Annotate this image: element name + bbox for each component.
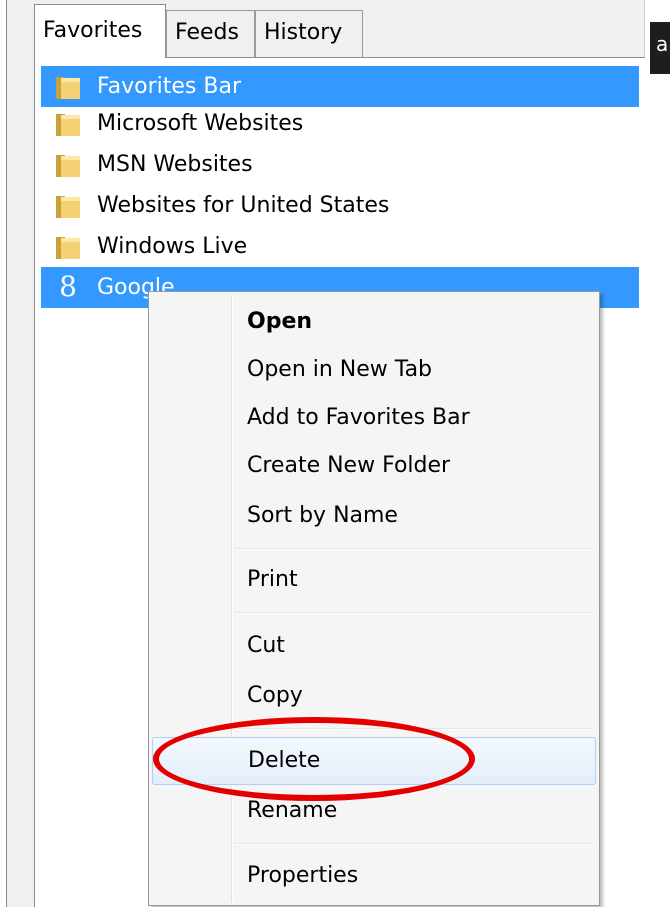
tab-feeds-label: Feeds (175, 20, 239, 45)
folder-icon (56, 196, 80, 218)
menu-item-label: Add to Favorites Bar (247, 405, 470, 430)
tree-item-msn-websites[interactable]: MSN Websites (41, 144, 639, 185)
menu-item-label: Open in New Tab (247, 357, 433, 382)
menu-separator (235, 728, 593, 730)
folder-icon (56, 155, 80, 177)
menu-item-create-new-folder[interactable]: Create New Folder (152, 442, 596, 490)
tab-favorites-label: Favorites (43, 18, 143, 43)
menu-item-label: Copy (247, 683, 303, 708)
menu-separator (235, 548, 593, 550)
menu-item-rename[interactable]: Rename (152, 787, 596, 835)
menu-item-label: Sort by Name (247, 503, 398, 528)
menu-item-properties[interactable]: Properties (152, 852, 596, 900)
folder-icon (56, 114, 80, 136)
menu-separator (235, 843, 593, 845)
tab-feeds[interactable]: Feeds (166, 10, 255, 57)
tree-item-label: Favorites Bar (97, 74, 241, 99)
tab-history-label: History (264, 20, 343, 45)
window-left-border (0, 0, 7, 907)
menu-item-label: Delete (248, 748, 321, 773)
menu-item-open[interactable]: Open (152, 298, 596, 346)
tree-item-label: MSN Websites (97, 152, 253, 177)
tree-item-microsoft-websites[interactable]: Microsoft Websites (41, 103, 639, 144)
menu-item-label: Properties (247, 863, 359, 888)
menu-item-open-in-new-tab[interactable]: Open in New Tab (152, 346, 596, 394)
tree-item-websites-for-united-states[interactable]: Websites for United States (41, 185, 639, 226)
browser-content-edge (644, 0, 670, 907)
menu-item-sort-by-name[interactable]: Sort by Name (152, 492, 596, 540)
edge-tooltip-text: a (656, 32, 669, 56)
tab-history[interactable]: History (255, 10, 363, 57)
tree-item-label: Windows Live (97, 234, 248, 259)
menu-item-label: Open (247, 309, 313, 334)
menu-separator (235, 612, 593, 614)
menu-item-label: Rename (247, 798, 338, 823)
folder-icon (56, 77, 80, 99)
folder-icon (56, 237, 80, 259)
menu-item-cut[interactable]: Cut (152, 622, 596, 670)
edge-tooltip: a (650, 22, 670, 74)
context-menu: Open Open in New Tab Add to Favorites Ba… (148, 291, 600, 906)
menu-item-copy[interactable]: Copy (152, 672, 596, 720)
menu-item-label: Cut (247, 633, 285, 658)
menu-item-print[interactable]: Print (152, 556, 596, 604)
tab-favorites[interactable]: Favorites (34, 4, 166, 58)
tree-item-label: Microsoft Websites (97, 111, 304, 136)
tree-item-label: Websites for United States (97, 193, 390, 218)
menu-item-add-to-favorites-bar[interactable]: Add to Favorites Bar (152, 394, 596, 442)
menu-item-label: Print (247, 567, 298, 592)
google-g-icon: 8 (59, 270, 77, 303)
menu-item-delete[interactable]: Delete (152, 737, 596, 785)
menu-item-label: Create New Folder (247, 453, 451, 478)
tree-item-windows-live[interactable]: Windows Live (41, 226, 639, 267)
tree-item-favorites-bar[interactable]: Favorites Bar (41, 66, 639, 107)
